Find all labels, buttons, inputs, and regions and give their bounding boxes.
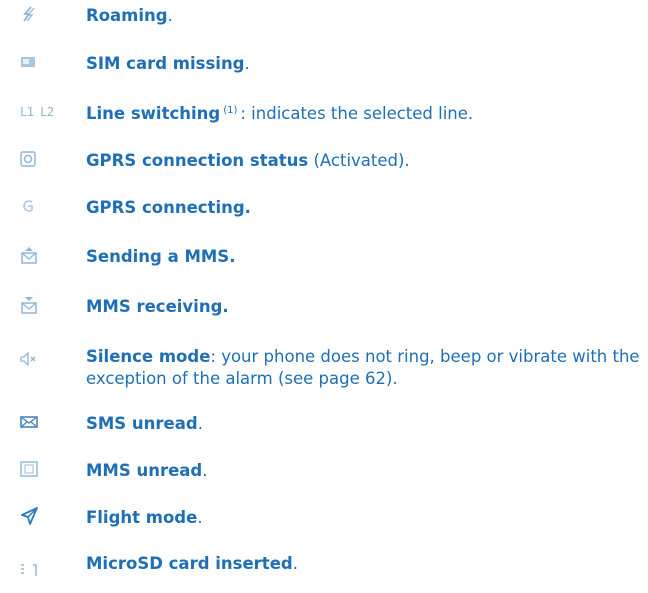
- mms-sending-icon: [20, 246, 40, 264]
- item-text: GPRS connecting.: [86, 197, 642, 219]
- item-title: SIM card missing: [86, 54, 245, 73]
- item-text: MMS receiving.: [86, 296, 642, 318]
- item-title: SMS unread: [86, 414, 198, 433]
- item-desc: : indicates the selected line.: [240, 104, 474, 123]
- item-text: GPRS connection status (Activated).: [86, 150, 642, 172]
- mms-receiving-icon: [20, 296, 40, 314]
- sms-unread-icon: [20, 413, 40, 431]
- line-switch-icon: L1 L2: [20, 103, 70, 121]
- item-title: GPRS connection status: [86, 151, 309, 170]
- item-text: Line switching (1): indicates the selecte…: [86, 103, 642, 128]
- sim-missing-icon: [20, 53, 40, 71]
- item-text: Sending a MMS.: [86, 246, 642, 268]
- item-title: Line switching: [86, 104, 221, 123]
- item-text: Flight mode.: [86, 507, 642, 529]
- item-desc: .: [244, 54, 250, 73]
- item-text: Roaming.: [86, 5, 642, 27]
- item-desc: .: [197, 414, 203, 433]
- item-text: SIM card missing.: [86, 53, 642, 75]
- item-desc: .: [202, 461, 208, 480]
- mms-unread-icon: [20, 460, 40, 478]
- gprs-connecting-icon: [20, 197, 40, 215]
- item-title: Flight mode: [86, 508, 198, 527]
- microsd-icon: [20, 561, 40, 579]
- roaming-icon: [20, 5, 40, 23]
- item-title: MMS receiving.: [86, 297, 229, 316]
- gprs-status-icon: [20, 150, 40, 168]
- item-title: Silence mode: [86, 347, 211, 366]
- flight-mode-icon: [20, 507, 40, 525]
- line-switch-icon-label: L1 L2: [20, 105, 54, 119]
- footnote-ref: (1): [223, 105, 238, 116]
- item-title: Sending a MMS.: [86, 247, 236, 266]
- silence-mode-icon: [20, 350, 40, 368]
- item-title: Roaming: [86, 6, 168, 25]
- item-title: MicroSD card inserted: [86, 554, 293, 573]
- item-desc: .: [292, 554, 298, 573]
- item-text: Silence mode: your phone does not ring, …: [86, 346, 642, 390]
- item-title: MMS unread: [86, 461, 203, 480]
- item-desc: .: [167, 6, 173, 25]
- item-text: MMS unread.: [86, 460, 642, 482]
- item-text: SMS unread.: [86, 413, 642, 435]
- item-desc: .: [197, 508, 203, 527]
- item-text: MicroSD card inserted.: [86, 553, 642, 575]
- item-title: GPRS connecting.: [86, 198, 251, 217]
- item-desc: (Activated).: [308, 151, 410, 170]
